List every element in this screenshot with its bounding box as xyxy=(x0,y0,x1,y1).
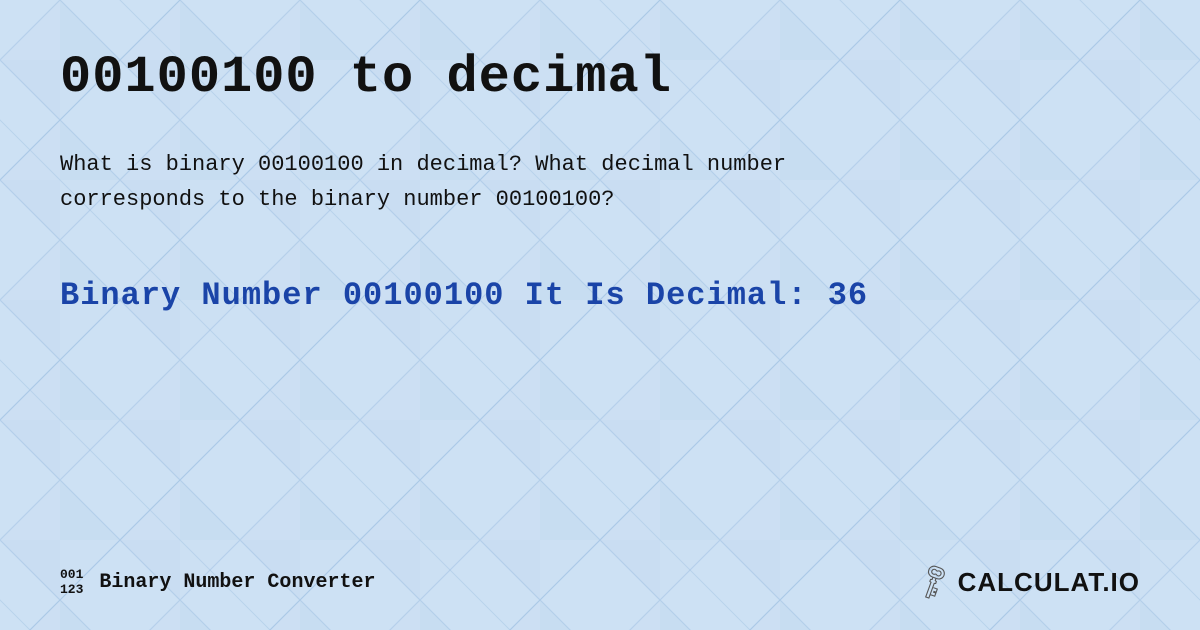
brand-section: 🗝 CALCULAT.IO xyxy=(916,565,1140,600)
converter-label: Binary Number Converter xyxy=(99,571,375,594)
page-title: 00100100 to decimal xyxy=(60,48,1140,107)
logo-top: 001 xyxy=(60,568,83,582)
description-line2: corresponds to the binary number 0010010… xyxy=(60,187,615,212)
result-line: Binary Number 00100100 It Is Decimal: 36 xyxy=(60,277,1140,314)
description-text: What is binary 00100100 in decimal? What… xyxy=(60,147,1120,217)
footer: 001 123 Binary Number Converter 🗝 CALCUL… xyxy=(60,545,1140,600)
brand-name: CALCULAT.IO xyxy=(958,567,1140,598)
key-icon: 🗝 xyxy=(910,558,958,606)
description-line1: What is binary 00100100 in decimal? What… xyxy=(60,152,786,177)
logo-numbers: 001 123 xyxy=(60,568,83,597)
page-content: 00100100 to decimal What is binary 00100… xyxy=(0,0,1200,630)
logo-bottom: 123 xyxy=(60,583,83,597)
calculat-logo: 🗝 CALCULAT.IO xyxy=(916,565,1140,600)
